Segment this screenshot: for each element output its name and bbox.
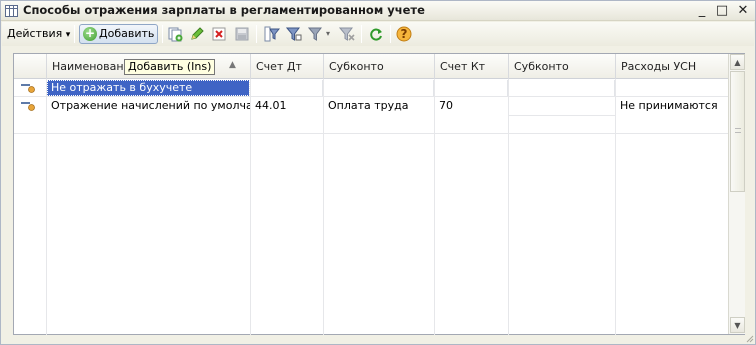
table-icon xyxy=(5,5,18,17)
header-icon-column xyxy=(14,54,47,79)
table-header: Наименование ▲ Счет Дт Субконто Счет Кт … xyxy=(14,54,728,79)
toolbar: Действия ▾ + Добавить ▾ ? xyxy=(2,22,754,46)
column-divider xyxy=(250,79,251,335)
chevron-down-icon: ▾ xyxy=(65,30,71,40)
help-icon[interactable]: ? xyxy=(396,26,412,42)
row-subconto-kt-cell[interactable] xyxy=(509,98,615,114)
row-subconto-dt-cell[interactable] xyxy=(324,80,434,96)
column-header-usn-expenses[interactable]: Расходы УСН xyxy=(616,54,728,79)
add-icon: + xyxy=(83,26,97,41)
list-item-icon xyxy=(21,84,35,93)
toolbar-separator xyxy=(162,25,163,43)
delete-icon[interactable] xyxy=(211,26,227,42)
minimize-button[interactable]: _ xyxy=(693,2,711,19)
close-button[interactable]: ✕ xyxy=(734,2,752,19)
scroll-grip xyxy=(735,128,741,133)
column-divider xyxy=(46,79,47,335)
row-name-cell[interactable]: Отражение начислений по умолчанию xyxy=(47,98,250,114)
column-header-subconto-kt[interactable]: Субконто xyxy=(509,54,616,79)
column-header-subconto-dt[interactable]: Субконто xyxy=(324,54,435,79)
toolbar-separator xyxy=(74,25,75,43)
row-divider xyxy=(14,133,728,134)
chevron-down-icon[interactable]: ▾ xyxy=(324,26,332,42)
row-subconto-kt-cell[interactable] xyxy=(509,80,615,96)
column-divider xyxy=(434,79,435,335)
main-window: Способы отражения зарплаты в регламентир… xyxy=(0,0,756,345)
row-divider xyxy=(14,96,728,97)
column-header-credit[interactable]: Счет Кт xyxy=(435,54,509,79)
help-glyph: ? xyxy=(400,27,408,41)
refresh-icon[interactable] xyxy=(368,26,384,42)
row-subconto-dt-cell[interactable]: Оплата труда xyxy=(324,98,434,114)
scroll-up-button[interactable]: ▲ xyxy=(730,54,745,70)
add-button[interactable]: + Добавить xyxy=(79,24,158,44)
list-item-icon xyxy=(21,102,35,111)
row-divider xyxy=(509,115,615,116)
filter-list-icon[interactable] xyxy=(307,26,324,42)
scroll-thumb[interactable] xyxy=(730,71,745,192)
row-debit-cell[interactable] xyxy=(251,80,323,96)
column-header-debit[interactable]: Счет Дт xyxy=(251,54,324,79)
add-tooltip: Добавить (Ins) xyxy=(124,59,216,75)
resize-grip-icon[interactable] xyxy=(744,333,754,343)
row-usn-cell[interactable] xyxy=(616,80,728,96)
table-row[interactable]: Не отражать в бухучете xyxy=(14,80,728,96)
title-bar: Способы отражения зарплаты в регламентир… xyxy=(1,1,755,21)
vertical-scrollbar[interactable]: ▲ ▼ xyxy=(728,54,745,334)
column-divider xyxy=(323,79,324,335)
filter-icon[interactable] xyxy=(264,26,281,42)
row-debit-cell[interactable]: 44.01 xyxy=(251,98,323,114)
column-divider xyxy=(615,79,616,335)
edit-icon[interactable] xyxy=(189,26,205,42)
save-icon[interactable] xyxy=(234,26,250,42)
copy-icon[interactable] xyxy=(167,26,183,42)
toolbar-separator xyxy=(256,25,257,43)
row-usn-cell[interactable]: Не принимаются xyxy=(616,98,728,114)
filter-by-value-icon[interactable] xyxy=(285,26,302,42)
toolbar-separator xyxy=(390,25,391,43)
window-title: Способы отражения зарплаты в регламентир… xyxy=(23,3,425,17)
sort-ascending-icon[interactable]: ▲ xyxy=(229,60,236,70)
row-credit-cell[interactable] xyxy=(435,80,508,96)
data-table: Наименование ▲ Счет Дт Субконто Счет Кт … xyxy=(13,53,745,335)
row-credit-cell[interactable]: 70 xyxy=(435,98,508,114)
table-row[interactable]: Отражение начислений по умолчанию 44.01 … xyxy=(14,98,728,114)
row-name-cell[interactable]: Не отражать в бухучете xyxy=(47,80,250,96)
scroll-down-button[interactable]: ▼ xyxy=(730,317,745,333)
clear-filter-icon[interactable] xyxy=(338,26,355,42)
column-divider xyxy=(508,79,509,335)
actions-menu[interactable]: Действия ▾ xyxy=(7,26,70,42)
add-button-label: Добавить xyxy=(99,27,155,40)
maximize-button[interactable]: □ xyxy=(713,2,731,19)
toolbar-separator xyxy=(361,25,362,43)
actions-label: Действия xyxy=(7,27,63,40)
